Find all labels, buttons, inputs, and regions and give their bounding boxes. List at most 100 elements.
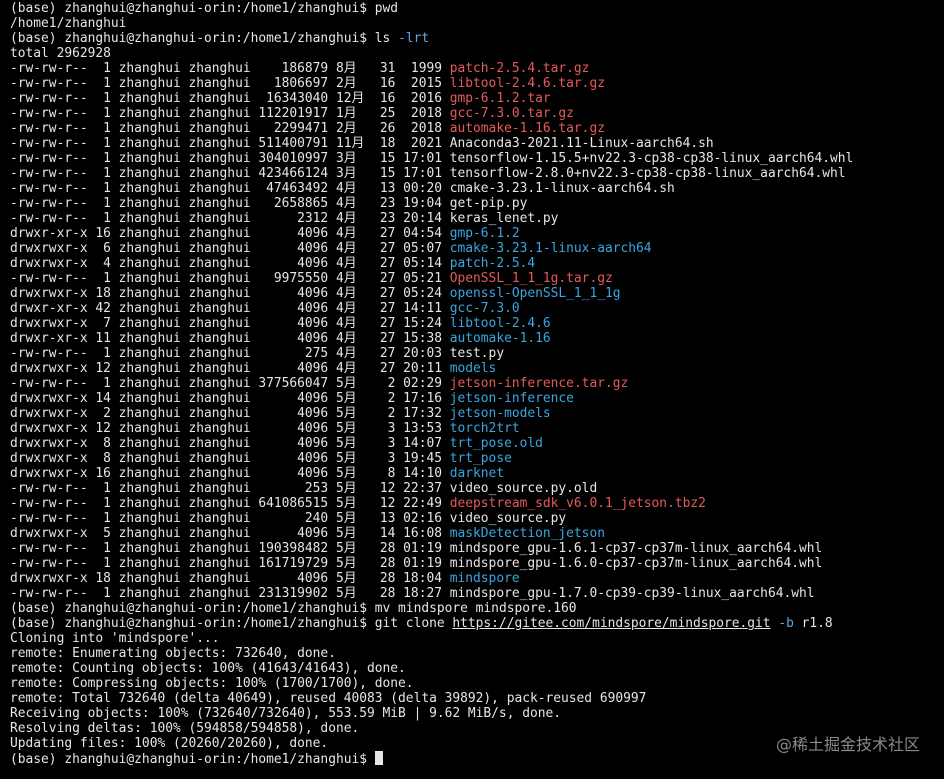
ls-entry: -rw-rw-r-- 1 zhanghui zhanghui 161719729… (10, 556, 944, 571)
ls-entry: -rw-rw-r-- 1 zhanghui zhanghui 275 4月 27… (10, 346, 944, 361)
file-meta: -rw-rw-r-- 1 zhanghui zhanghui 2299471 2… (10, 121, 450, 136)
file-name: trt_pose (449, 451, 512, 466)
file-meta: -rw-rw-r-- 1 zhanghui zhanghui 186879 8月… (10, 61, 450, 76)
file-meta: -rw-rw-r-- 1 zhanghui zhanghui 2312 4月 2… (10, 211, 450, 226)
file-meta: drwxrwxr-x 8 zhanghui zhanghui 4096 5月 3… (10, 436, 450, 451)
shell-prompt: (base) zhanghui@zhanghui-orin:/home1/zha… (10, 1, 375, 16)
file-meta: -rw-rw-r-- 1 zhanghui zhanghui 423466124… (10, 166, 450, 181)
ls-entry: drwxrwxr-x 18 zhanghui zhanghui 4096 4月 … (10, 286, 944, 301)
ls-entry: drwxrwxr-x 12 zhanghui zhanghui 4096 4月 … (10, 361, 944, 376)
ls-entry: -rw-rw-r-- 1 zhanghui zhanghui 9975550 4… (10, 271, 944, 286)
output-line: total 2962928 (10, 46, 944, 61)
file-meta: drwxrwxr-x 18 zhanghui zhanghui 4096 5月 … (10, 571, 450, 586)
file-name: models (449, 361, 497, 376)
file-name: mindspore_gpu-1.7.0-cp39-cp39-linux_aarc… (449, 586, 815, 601)
ls-entry: drwxrwxr-x 6 zhanghui zhanghui 4096 4月 2… (10, 241, 944, 256)
ls-entry: -rw-rw-r-- 1 zhanghui zhanghui 190398482… (10, 541, 944, 556)
command-text: git clone (374, 616, 453, 631)
file-meta: drwxrwxr-x 18 zhanghui zhanghui 4096 4月 … (10, 286, 450, 301)
file-name: get-pip.py (449, 196, 528, 211)
file-name: trt_pose.old (449, 436, 543, 451)
command-flag: -b (778, 616, 794, 631)
file-meta: -rw-rw-r-- 1 zhanghui zhanghui 304010997… (10, 151, 450, 166)
output-line: /home1/zhanghui (10, 16, 944, 31)
file-name: libtool-2.4.6 (449, 316, 551, 331)
output-line: remote: Enumerating objects: 732640, don… (10, 646, 944, 661)
file-name: jetson-inference.tar.gz (449, 376, 629, 391)
output-line: Receiving objects: 100% (732640/732640),… (10, 706, 944, 721)
file-name: OpenSSL_1_1_1g.tar.gz (449, 271, 613, 286)
file-meta: -rw-rw-r-- 1 zhanghui zhanghui 231319902… (10, 586, 450, 601)
ls-entry: -rw-rw-r-- 1 zhanghui zhanghui 16343040 … (10, 91, 944, 106)
terminal-window[interactable]: (base) zhanghui@zhanghui-orin:/home1/zha… (0, 0, 944, 779)
output-text: remote: Counting objects: 100% (41643/41… (10, 661, 406, 676)
ls-entry: -rw-rw-r-- 1 zhanghui zhanghui 253 5月 12… (10, 481, 944, 496)
output-text: total 2962928 (10, 46, 111, 61)
ls-entry: -rw-rw-r-- 1 zhanghui zhanghui 2312 4月 2… (10, 211, 944, 226)
file-name: gcc-7.3.0 (449, 301, 520, 316)
command-line: (base) zhanghui@zhanghui-orin:/home1/zha… (10, 31, 944, 46)
ls-entry: drwxrwxr-x 8 zhanghui zhanghui 4096 5月 3… (10, 436, 944, 451)
file-name: Anaconda3-2021.11-Linux-aarch64.sh (449, 136, 714, 151)
output-line: remote: Compressing objects: 100% (1700/… (10, 676, 944, 691)
ls-entry: drwxrwxr-x 18 zhanghui zhanghui 4096 5月 … (10, 571, 944, 586)
file-name: cmake-3.23.1-linux-aarch64 (449, 241, 652, 256)
file-meta: drwxrwxr-x 16 zhanghui zhanghui 4096 5月 … (10, 466, 450, 481)
file-name: maskDetection_jetson (449, 526, 605, 541)
file-meta: drwxrwxr-x 7 zhanghui zhanghui 4096 4月 2… (10, 316, 450, 331)
file-meta: -rw-rw-r-- 1 zhanghui zhanghui 275 4月 27… (10, 346, 450, 361)
file-name: patch-2.5.4.tar.gz (449, 61, 590, 76)
ls-entry: drwxr-xr-x 42 zhanghui zhanghui 4096 4月 … (10, 301, 944, 316)
output-text: remote: Compressing objects: 100% (1700/… (10, 676, 414, 691)
file-name: libtool-2.4.6.tar.gz (449, 76, 605, 91)
file-name: deepstream_sdk_v6.0.1_jetson.tbz2 (449, 496, 706, 511)
file-meta: -rw-rw-r-- 1 zhanghui zhanghui 377566047… (10, 376, 450, 391)
file-name: tensorflow-2.8.0+nv22.3-cp38-cp38-linux_… (449, 166, 846, 181)
output-line: remote: Total 732640 (delta 40649), reus… (10, 691, 944, 706)
ls-entry: drwxrwxr-x 5 zhanghui zhanghui 4096 5月 1… (10, 526, 944, 541)
ls-entry: drwxrwxr-x 16 zhanghui zhanghui 4096 5月 … (10, 466, 944, 481)
file-meta: -rw-rw-r-- 1 zhanghui zhanghui 2658865 4… (10, 196, 450, 211)
file-meta: -rw-rw-r-- 1 zhanghui zhanghui 641086515… (10, 496, 450, 511)
file-meta: drwxrwxr-x 2 zhanghui zhanghui 4096 5月 2… (10, 406, 450, 421)
repo-url-link[interactable]: https://gitee.com/mindspore/mindspore.gi… (452, 616, 770, 631)
file-name: patch-2.5.4 (449, 256, 536, 271)
file-name: cmake-3.23.1-linux-aarch64.sh (449, 181, 675, 196)
command-text: ls (374, 31, 399, 46)
output-text: Updating files: 100% (20260/20260), done… (10, 736, 329, 751)
command-flag: -lrt (398, 31, 430, 46)
output-text: remote: Total 732640 (delta 40649), reus… (10, 691, 647, 706)
ls-entry: -rw-rw-r-- 1 zhanghui zhanghui 377566047… (10, 376, 944, 391)
file-name: openssl-OpenSSL_1_1_1g (449, 286, 621, 301)
file-meta: drwxr-xr-x 16 zhanghui zhanghui 4096 4月 … (10, 226, 450, 241)
file-meta: drwxrwxr-x 4 zhanghui zhanghui 4096 4月 2… (10, 256, 450, 271)
output-text: Resolving deltas: 100% (594858/594858), … (10, 721, 360, 736)
file-meta: -rw-rw-r-- 1 zhanghui zhanghui 112201917… (10, 106, 450, 121)
file-name: test.py (449, 346, 505, 361)
file-name: mindspore (449, 571, 520, 586)
ls-entry: -rw-rw-r-- 1 zhanghui zhanghui 641086515… (10, 496, 944, 511)
shell-prompt: (base) zhanghui@zhanghui-orin:/home1/zha… (10, 31, 375, 46)
ls-entry: drwxrwxr-x 2 zhanghui zhanghui 4096 5月 2… (10, 406, 944, 421)
ls-entry: -rw-rw-r-- 1 zhanghui zhanghui 47463492 … (10, 181, 944, 196)
output-line: Cloning into 'mindspore'... (10, 631, 944, 646)
file-meta: drwxrwxr-x 5 zhanghui zhanghui 4096 5月 1… (10, 526, 450, 541)
output-text: Receiving objects: 100% (732640/732640),… (10, 706, 562, 721)
file-meta: -rw-rw-r-- 1 zhanghui zhanghui 161719729… (10, 556, 450, 571)
file-name: gmp-6.1.2.tar (449, 91, 551, 106)
file-meta: drwxrwxr-x 14 zhanghui zhanghui 4096 5月 … (10, 391, 450, 406)
ls-entry: -rw-rw-r-- 1 zhanghui zhanghui 423466124… (10, 166, 944, 181)
file-meta: -rw-rw-r-- 1 zhanghui zhanghui 16343040 … (10, 91, 450, 106)
file-meta: drwxr-xr-x 11 zhanghui zhanghui 4096 4月 … (10, 331, 450, 346)
ls-entry: drwxr-xr-x 11 zhanghui zhanghui 4096 4月 … (10, 331, 944, 346)
ls-entry: drwxrwxr-x 12 zhanghui zhanghui 4096 5月 … (10, 421, 944, 436)
file-meta: -rw-rw-r-- 1 zhanghui zhanghui 190398482… (10, 541, 450, 556)
file-meta: -rw-rw-r-- 1 zhanghui zhanghui 511400791… (10, 136, 450, 151)
output-text: /home1/zhanghui (10, 16, 127, 31)
command-text: pwd (374, 1, 399, 16)
ls-entry: -rw-rw-r-- 1 zhanghui zhanghui 304010997… (10, 151, 944, 166)
file-name: video_source.py (449, 511, 567, 526)
file-name: torch2trt (449, 421, 520, 436)
output-line: remote: Counting objects: 100% (41643/41… (10, 661, 944, 676)
file-name: automake-1.16.tar.gz (449, 121, 605, 136)
